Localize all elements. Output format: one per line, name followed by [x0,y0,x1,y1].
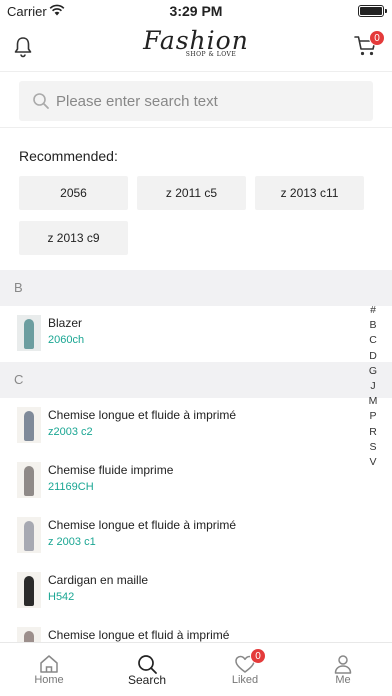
list-item[interactable]: Chemise fluide imprime 21169CH [0,454,392,508]
index-letter[interactable]: R [367,425,379,440]
index-letter[interactable]: P [367,409,379,424]
top-header: Fashion SHOP & LOVE 0 [0,22,392,72]
search-icon [33,93,49,109]
tab-label: Liked [231,674,259,686]
search-input[interactable] [56,81,361,121]
section-header-c: C [0,362,392,398]
index-letter[interactable]: S [367,440,379,455]
index-letter[interactable]: C [367,333,379,348]
product-thumbnail [17,517,41,553]
recommended-chip[interactable]: 2056 [19,176,128,210]
recommended-chip[interactable]: z 2013 c9 [19,221,128,255]
product-name: Blazer [48,316,83,330]
list-item[interactable]: Chemise longue et fluide à imprimé z 200… [0,509,392,563]
index-letter[interactable]: V [367,455,379,470]
search-section [0,73,392,128]
cart-count-badge: 0 [369,30,385,46]
product-name: Chemise longue et fluide à imprimé [48,408,237,422]
index-letter[interactable]: M [367,394,379,409]
status-time: 3:29 PM [169,3,223,19]
index-letter[interactable]: G [367,364,379,379]
search-icon [138,655,157,674]
product-name: Cardigan en maille [48,573,149,587]
product-code: z2003 c2 [48,426,93,438]
product-code: 2060ch [48,334,85,346]
product-name: Chemise fluide imprime [48,463,174,477]
search-box[interactable] [19,81,373,121]
product-thumbnail [17,315,41,351]
list-item[interactable]: Blazer 2060ch [0,307,392,361]
index-letter[interactable]: B [367,318,379,333]
tab-home[interactable]: Home [0,643,98,696]
battery-icon [358,5,387,17]
index-letter[interactable]: # [367,303,379,318]
product-code: 21169CH [48,481,94,493]
recommended-title: Recommended: [19,148,118,164]
status-bar: Carrier 3:29 PM [0,0,392,22]
product-code: z 2003 c1 [48,536,96,548]
index-letter[interactable]: D [367,349,379,364]
alphabet-index[interactable]: # B C D G J M P R S V [367,303,379,470]
product-thumbnail [17,407,41,443]
list-item[interactable]: Chemise longue et fluide à imprimé z2003… [0,399,392,453]
index-letter[interactable]: J [367,379,379,394]
recommended-chip[interactable]: z 2013 c11 [255,176,364,210]
liked-count-badge: 0 [250,648,266,664]
product-name: Chemise longue et fluide à imprimé [48,518,237,532]
person-icon [334,655,352,674]
logo-tagline: SHOP & LOVE [185,51,237,58]
product-name: Chemise longue et fluid à imprimé [48,628,230,642]
tab-label: Search [127,673,167,687]
tab-search[interactable]: Search [98,643,196,696]
product-code: H542 [48,591,75,603]
tab-label: Home [34,674,64,686]
tab-label: Me [335,674,351,686]
tab-me[interactable]: Me [294,643,392,696]
list-item[interactable]: Cardigan en maille H542 [0,564,392,618]
home-icon [40,655,58,673]
tab-liked[interactable]: 0 Liked [196,643,294,696]
product-thumbnail [17,572,41,608]
recommended-chip[interactable]: z 2011 c5 [137,176,246,210]
product-thumbnail [17,462,41,498]
brand-logo: Fashion SHOP & LOVE [0,28,392,59]
section-header-b: B [0,270,392,306]
bottom-tab-bar: Home Search 0 Liked Me [0,642,392,696]
